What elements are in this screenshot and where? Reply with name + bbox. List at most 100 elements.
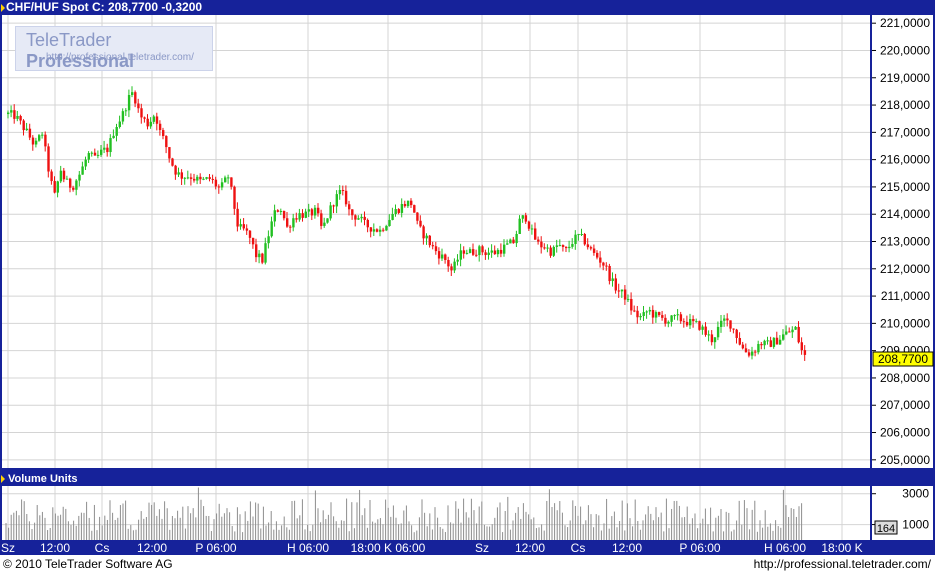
candle-body xyxy=(627,298,630,300)
candle-body xyxy=(422,226,425,239)
candle-body xyxy=(456,259,459,262)
candle-body xyxy=(639,315,642,318)
candle-body xyxy=(667,321,670,324)
candle-body xyxy=(769,340,772,347)
candle-body xyxy=(763,340,766,346)
candle-body xyxy=(320,213,323,226)
candle-body xyxy=(434,246,438,252)
volume-axis-separator xyxy=(870,486,872,540)
candle-body xyxy=(230,177,233,187)
candle-body xyxy=(357,218,360,220)
candle-body xyxy=(630,298,633,311)
price-chart: 221,0000 220,0000 219,0000 218,0000 217,0000… xyxy=(0,15,935,540)
candle-body xyxy=(778,339,782,345)
candle-body xyxy=(106,147,109,153)
candle-body xyxy=(224,177,227,183)
candle-body xyxy=(220,182,224,188)
candle-body xyxy=(264,243,267,263)
candle-body xyxy=(205,177,208,179)
candle-body xyxy=(248,230,252,238)
candle-body xyxy=(351,209,354,216)
candle-body xyxy=(261,253,264,263)
candle-body xyxy=(651,309,655,318)
candle-body xyxy=(450,266,453,271)
candle-body xyxy=(313,207,317,216)
candle-body xyxy=(100,149,103,155)
candle-body xyxy=(118,121,121,127)
price-y-tick-label: 208,0000 xyxy=(880,371,930,385)
candle-body xyxy=(689,318,692,326)
candle-body xyxy=(459,250,462,260)
candle-body xyxy=(168,147,171,159)
candle-body xyxy=(317,207,320,214)
candle-body xyxy=(490,250,493,253)
candle-body xyxy=(580,234,583,236)
candle-body xyxy=(645,311,648,313)
logo-text: TeleTrader Professional xyxy=(26,30,212,72)
candle-body xyxy=(589,247,593,249)
candle-body xyxy=(735,329,738,339)
candle-body xyxy=(760,344,763,346)
candle-body xyxy=(338,189,342,195)
candle-body xyxy=(326,218,329,223)
candle-body xyxy=(143,117,146,119)
candle-body xyxy=(543,247,546,249)
candle-body xyxy=(794,326,797,330)
candle-body xyxy=(149,121,152,127)
candle-body xyxy=(121,111,125,122)
candle-body xyxy=(109,138,112,153)
candle-body xyxy=(202,178,205,180)
candle-body xyxy=(186,177,190,179)
candle-body xyxy=(344,190,348,205)
candle-body xyxy=(732,328,735,330)
candle-body xyxy=(227,177,230,179)
candle-body xyxy=(565,246,568,249)
volume-collapse-triangle-icon[interactable] xyxy=(1,475,5,483)
candle-body xyxy=(93,152,97,156)
candle-body xyxy=(158,123,162,131)
candle-body xyxy=(193,178,196,181)
candle-body xyxy=(592,248,596,253)
candle-body xyxy=(10,110,13,113)
candle-body xyxy=(289,226,292,228)
candle-body xyxy=(391,214,394,220)
candle-body xyxy=(295,218,298,220)
price-y-tick-label: 215,0000 xyxy=(880,180,930,194)
candle-body xyxy=(620,289,624,292)
logo-url: http://professional.teletrader.com/ xyxy=(46,52,194,63)
candle-body xyxy=(171,158,174,166)
candle-body xyxy=(53,181,56,193)
candle-body xyxy=(7,112,10,115)
candle-body xyxy=(127,95,131,111)
candle-body xyxy=(360,216,363,219)
candle-body xyxy=(782,334,785,340)
candle-body xyxy=(515,234,518,244)
last-price-label: 208,7700 xyxy=(878,352,928,366)
candle-body xyxy=(648,309,652,312)
candle-body xyxy=(323,222,326,226)
candle-body xyxy=(270,221,273,237)
price-y-tick-label: 221,0000 xyxy=(880,16,930,30)
candle-body xyxy=(34,140,38,145)
candle-body xyxy=(19,115,22,121)
candle-body xyxy=(78,174,81,181)
candle-body xyxy=(375,229,379,232)
candle-body xyxy=(716,326,720,338)
candle-body xyxy=(329,205,332,219)
candle-body xyxy=(605,265,608,267)
candle-body xyxy=(62,170,66,180)
candle-body xyxy=(512,239,515,244)
candle-body xyxy=(453,261,456,271)
candle-body xyxy=(447,259,450,267)
footer-url[interactable]: http://professional.teletrader.com/ xyxy=(754,557,931,571)
candle-body xyxy=(267,236,270,244)
candle-body xyxy=(279,210,283,212)
candle-body xyxy=(726,318,729,321)
candle-body xyxy=(273,210,276,222)
candle-body xyxy=(369,227,373,232)
candle-body xyxy=(738,338,741,345)
candle-body xyxy=(679,314,683,322)
candle-body xyxy=(729,320,732,329)
candle-body xyxy=(478,246,481,256)
candle-body xyxy=(416,212,419,221)
